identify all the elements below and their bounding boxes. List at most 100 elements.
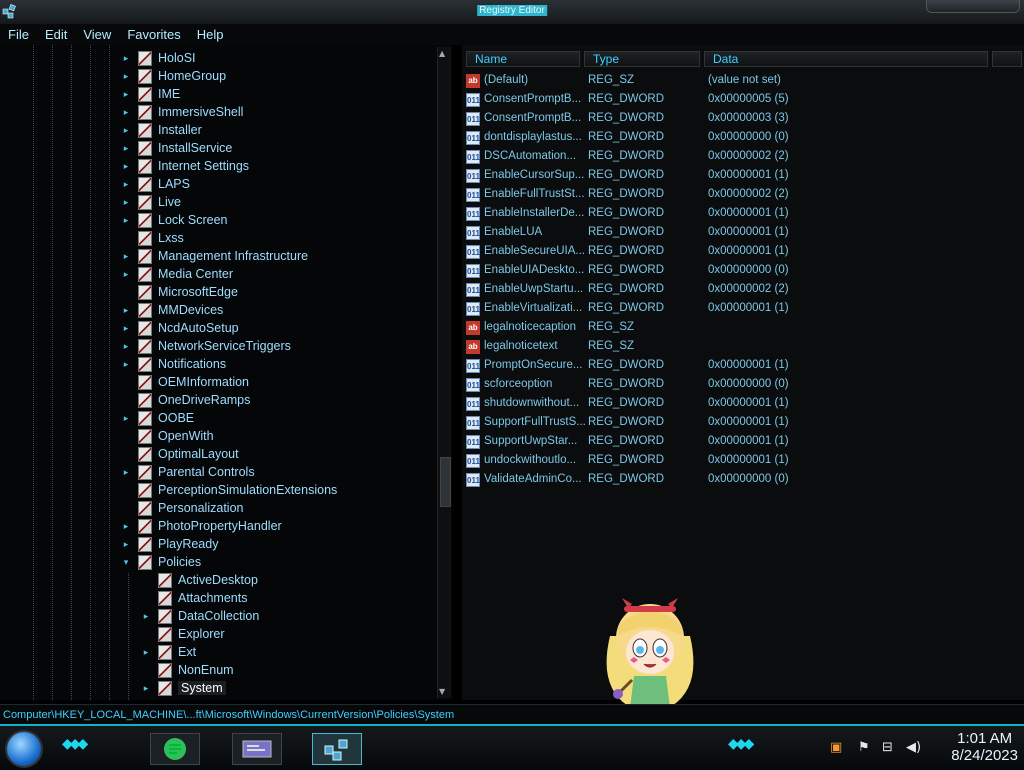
expand-arrow-icon[interactable]: ▸	[140, 647, 152, 658]
tree-item[interactable]: ▸ Media Center	[120, 265, 233, 283]
tree-item[interactable]: ▸ HoloSI	[120, 49, 196, 67]
value-row[interactable]: 011 EnableVirtualizati... REG_DWORD 0x00000…	[462, 300, 1022, 319]
value-row[interactable]: 011 PromptOnSecure... REG_DWORD 0x00000001 …	[462, 357, 1022, 376]
value-row[interactable]: 011 EnableInstallerDe... REG_DWORD 0x000000…	[462, 205, 1022, 224]
tree-item[interactable]: ▸ HomeGroup	[120, 67, 226, 85]
scroll-down-arrow-icon[interactable]: ▼	[439, 687, 445, 696]
registry-editor-icon[interactable]	[2, 3, 18, 19]
tree-scrollbar[interactable]: ▲ ▼	[437, 47, 451, 698]
taskbar-app-notes[interactable]	[150, 733, 200, 765]
window-controls[interactable]	[926, 0, 1020, 13]
tree-item[interactable]: ▸ System	[140, 679, 226, 697]
tree-item[interactable]: ActiveDesktop	[140, 571, 258, 589]
expand-arrow-icon[interactable]: ▸	[120, 197, 132, 208]
value-row[interactable]: 011 SupportUwpStar... REG_DWORD 0x00000001 …	[462, 433, 1022, 452]
expand-arrow-icon[interactable]: ▸	[120, 215, 132, 226]
collapse-arrow-icon[interactable]: ▾	[120, 557, 132, 568]
tree-item[interactable]: ▸ Ext	[140, 643, 196, 661]
tree-item[interactable]: OEMInformation	[120, 373, 249, 391]
expand-arrow-icon[interactable]: ▸	[120, 143, 132, 154]
value-row[interactable]: 011 EnableUwpStartu... REG_DWORD 0x00000002…	[462, 281, 1022, 300]
value-row[interactable]: 011 DSCAutomation... REG_DWORD 0x00000002 (…	[462, 148, 1022, 167]
value-row[interactable]: ab legalnoticecaption REG_SZ	[462, 319, 1022, 338]
tree-item[interactable]: PerceptionSimulationExtensions	[120, 481, 337, 499]
tree-item[interactable]: OpenWith	[120, 427, 214, 445]
value-row[interactable]: 011 dontdisplaylastus... REG_DWORD 0x000000…	[462, 129, 1022, 148]
value-row[interactable]: 011 undockwithoutlo... REG_DWORD 0x00000001…	[462, 452, 1022, 471]
expand-arrow-icon[interactable]: ▸	[120, 341, 132, 352]
value-row[interactable]: ab (Default) REG_SZ (value not set)	[462, 72, 1022, 91]
tree-item[interactable]: ▸ Installer	[120, 121, 202, 139]
tree-item[interactable]: MicrosoftEdge	[120, 283, 238, 301]
registry-values-list[interactable]: Name Type Data ab (Default) REG_SZ (value n…	[462, 45, 1024, 700]
system-clock[interactable]: 1:01 AM 8/24/2023	[951, 730, 1018, 764]
value-row[interactable]: 011 scforceoption REG_DWORD 0x00000000 (0)	[462, 376, 1022, 395]
expand-arrow-icon[interactable]: ▸	[120, 53, 132, 64]
column-header-type[interactable]: Type	[584, 51, 700, 67]
value-row[interactable]: ab legalnoticetext REG_SZ	[462, 338, 1022, 357]
tree-item[interactable]: Attachments	[140, 589, 247, 607]
expand-arrow-icon[interactable]: ▸	[120, 161, 132, 172]
tree-item[interactable]: ▸ PlayReady	[120, 535, 218, 553]
tree-item[interactable]: ▸ ImmersiveShell	[120, 103, 243, 121]
registry-key-tree[interactable]: ▸ HoloSI ▸ HomeGroup ▸ IME ▸ ImmersiveShell ▸ Ins…	[0, 45, 452, 700]
expand-arrow-icon[interactable]: ▸	[120, 323, 132, 334]
value-row[interactable]: 011 EnableFullTrustSt... REG_DWORD 0x000000…	[462, 186, 1022, 205]
expand-arrow-icon[interactable]: ▸	[140, 683, 152, 694]
expand-arrow-icon[interactable]: ▸	[120, 521, 132, 532]
expand-arrow-icon[interactable]: ▸	[120, 413, 132, 424]
tree-item[interactable]: OptimalLayout	[120, 445, 239, 463]
value-row[interactable]: 011 ValidateAdminCo... REG_DWORD 0x00000000…	[462, 471, 1022, 490]
tree-item[interactable]: ▸ PhotoPropertyHandler	[120, 517, 282, 535]
expand-arrow-icon[interactable]: ▸	[120, 359, 132, 370]
column-header-name[interactable]: Name	[466, 51, 580, 67]
start-button[interactable]	[7, 732, 41, 766]
tree-item[interactable]: ▸ OOBE	[120, 409, 194, 427]
value-row[interactable]: 011 EnableLUA REG_DWORD 0x00000001 (1)	[462, 224, 1022, 243]
expand-arrow-icon[interactable]: ▸	[120, 467, 132, 478]
expand-arrow-icon[interactable]: ▸	[120, 107, 132, 118]
tree-item[interactable]: ▸ Management Infrastructure	[120, 247, 308, 265]
value-row[interactable]: 011 SupportFullTrustS... REG_DWORD 0x000000…	[462, 414, 1022, 433]
expand-arrow-icon[interactable]: ▸	[120, 179, 132, 190]
menu-help[interactable]: Help	[189, 27, 232, 42]
expand-arrow-icon[interactable]: ▸	[120, 125, 132, 136]
tree-item[interactable]: ▸ LAPS	[120, 175, 190, 193]
tree-item[interactable]: ▸ NcdAutoSetup	[120, 319, 239, 337]
value-row[interactable]: 011 EnableSecureUIA... REG_DWORD 0x00000001…	[462, 243, 1022, 262]
tree-item[interactable]: ▸ Notifications	[120, 355, 226, 373]
tree-item[interactable]: Lxss	[120, 229, 184, 247]
taskbar-app-card[interactable]	[232, 733, 282, 765]
network-icon[interactable]: ⊟	[882, 740, 893, 755]
taskbar-app-registry-editor[interactable]	[312, 733, 362, 765]
expand-arrow-icon[interactable]: ▸	[120, 269, 132, 280]
scroll-thumb[interactable]	[440, 457, 451, 507]
value-row[interactable]: 011 EnableUIADeskto... REG_DWORD 0x00000000…	[462, 262, 1022, 281]
value-row[interactable]: 011 shutdownwithout... REG_DWORD 0x00000001…	[462, 395, 1022, 414]
menu-file[interactable]: File	[0, 27, 37, 42]
tree-item[interactable]: ▸ Lock Screen	[120, 211, 227, 229]
menu-view[interactable]: View	[75, 27, 119, 42]
tree-item[interactable]: ▸ InstallService	[120, 139, 232, 157]
expand-arrow-icon[interactable]: ▸	[140, 611, 152, 622]
tree-item[interactable]: NonEnum	[140, 661, 234, 679]
expand-arrow-icon[interactable]: ▸	[120, 251, 132, 262]
column-header-data[interactable]: Data	[704, 51, 988, 67]
tree-item[interactable]: ▸ Parental Controls	[120, 463, 255, 481]
value-row[interactable]: 011 ConsentPromptB... REG_DWORD 0x00000003 …	[462, 110, 1022, 129]
tree-item[interactable]: Personalization	[120, 499, 243, 517]
tree-item[interactable]: OneDriveRamps	[120, 391, 250, 409]
tree-item[interactable]: ▸ Internet Settings	[120, 157, 249, 175]
tree-item[interactable]: ▾ Policies	[120, 553, 201, 571]
flag-icon[interactable]: ⚑	[858, 740, 870, 755]
value-row[interactable]: 011 EnableCursorSup... REG_DWORD 0x00000001…	[462, 167, 1022, 186]
volume-icon[interactable]: ◀)	[906, 740, 921, 755]
tree-item[interactable]: Explorer	[140, 625, 225, 643]
tree-item[interactable]: ▸ MMDevices	[120, 301, 223, 319]
expand-arrow-icon[interactable]: ▸	[120, 305, 132, 316]
expand-arrow-icon[interactable]: ▸	[120, 539, 132, 550]
menu-favorites[interactable]: Favorites	[119, 27, 188, 42]
menu-edit[interactable]: Edit	[37, 27, 75, 42]
expand-arrow-icon[interactable]: ▸	[120, 89, 132, 100]
scroll-up-arrow-icon[interactable]: ▲	[439, 49, 445, 58]
